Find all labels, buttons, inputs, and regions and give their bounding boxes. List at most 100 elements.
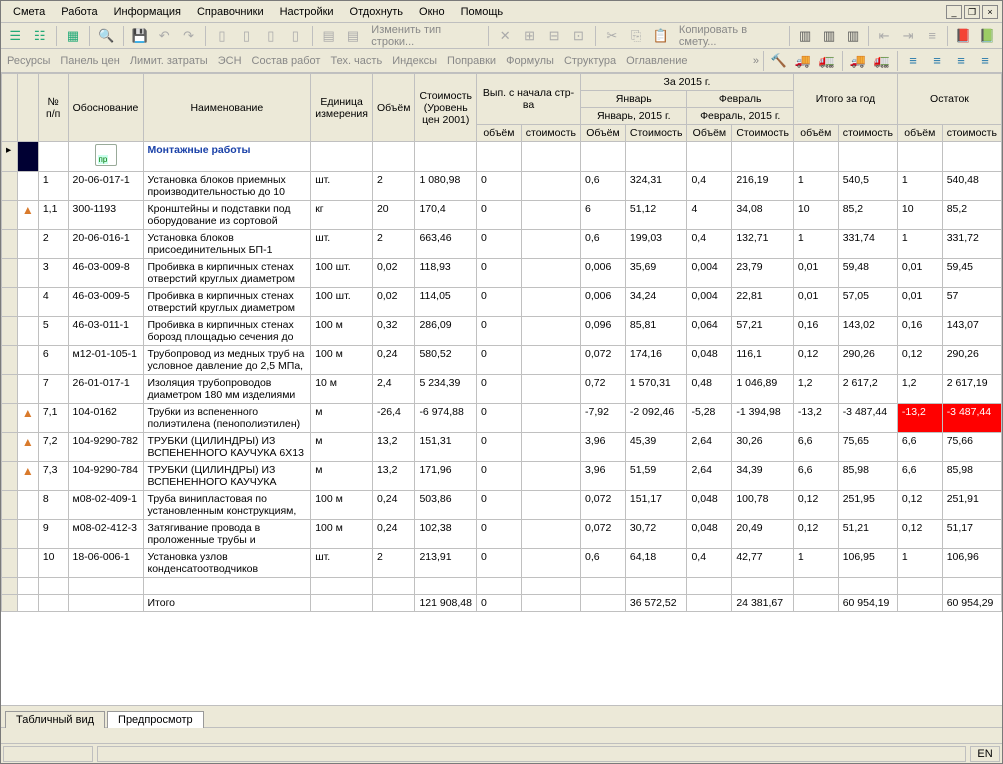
doc4-icon[interactable]: ▯ [285,25,305,47]
menu-nastr[interactable]: Настройки [272,4,342,20]
sub-oglav[interactable]: Оглавление [626,55,687,67]
total-row[interactable]: Итого121 908,48036 572,5224 381,6760 954… [2,595,1002,612]
estimate-grid[interactable]: № п/п Обоснование Наименование Единица и… [1,73,1002,612]
indent-left-icon[interactable]: ⇤ [873,25,895,47]
redo-icon[interactable]: ↷ [178,25,198,47]
menu-info[interactable]: Информация [106,4,189,20]
table-row[interactable]: ▲7,3104-9290-784ТРУБКИ (ЦИЛИНДРЫ) ИЗ ВСП… [2,462,1002,491]
table-row[interactable]: 220-06-016-1Установка блоков присоединит… [2,230,1002,259]
level-icon[interactable]: ≡ [921,25,943,47]
hdr-sub-obj2[interactable]: Объём [581,125,626,142]
restore-button[interactable]: ❐ [964,5,980,19]
merge-icon[interactable]: ⊟ [544,25,564,47]
hdr-jan15[interactable]: Январь, 2015 г. [581,108,687,125]
indent-right-icon[interactable]: ⇥ [897,25,919,47]
sub-esn[interactable]: ЭСН [218,55,242,67]
chart1-icon[interactable]: ▥ [794,25,816,47]
hdr-obosn[interactable]: Обоснование [68,74,143,142]
hdr-sub-stoim3[interactable]: Стоимость [732,125,794,142]
split-icon[interactable]: ⊞ [519,25,539,47]
table-row[interactable]: 346-03-009-8Пробивка в кирпичных стенах … [2,259,1002,288]
undo-icon[interactable]: ↶ [154,25,174,47]
sub-panel-cen[interactable]: Панель цен [60,55,119,67]
hscrollbar[interactable] [1,727,1002,743]
table-row[interactable]: 726-01-017-1Изоляция трубопроводов диаме… [2,375,1002,404]
tab-table-view[interactable]: Табличный вид [5,711,105,728]
search-icon[interactable]: 🔍 [96,25,116,47]
table-row[interactable]: 8м08-02-409-1Труба винипластовая по уста… [2,491,1002,520]
hdr-itogo-god[interactable]: Итого за год [793,74,897,125]
hdr-sub-obj3[interactable]: Объём [687,125,732,142]
grid-container[interactable]: № п/п Обоснование Наименование Единица и… [1,73,1002,705]
hdr-num[interactable]: № п/п [38,74,68,142]
minimize-button[interactable]: _ [946,5,962,19]
tab-preview[interactable]: Предпросмотр [107,711,204,728]
close-button[interactable]: × [982,5,998,19]
table-row[interactable]: 6м12-01-105-1Трубопровод из медных труб … [2,346,1002,375]
hdr-sub-stoim4[interactable]: стоимость [838,125,897,142]
sub-struktura[interactable]: Структура [564,55,616,67]
chart3-icon[interactable]: ▥ [842,25,864,47]
sub-index[interactable]: Индексы [392,55,437,67]
hdr-feb15[interactable]: Февраль, 2015 г. [687,108,793,125]
group-icon[interactable]: ⊡ [568,25,588,47]
align1-icon[interactable]: ≡ [902,50,924,72]
menu-smeta[interactable]: Смета [5,4,53,20]
change-type-label[interactable]: Изменить тип строки... [367,24,482,48]
table-row[interactable]: 120-06-017-1Установка блоков приемных пр… [2,172,1002,201]
table-row[interactable]: 446-03-009-5Пробивка в кирпичных стенах … [2,288,1002,317]
menu-help[interactable]: Помощь [453,4,512,20]
copy-icon[interactable]: ⎘ [626,25,646,47]
sub-sostav[interactable]: Состав работ [252,55,321,67]
sub-formuly[interactable]: Формулы [506,55,554,67]
delete-icon[interactable]: ✕ [495,25,515,47]
help2-icon[interactable]: 📗 [976,25,998,47]
table-row[interactable]: 9м08-02-412-3Затягивание провода в проло… [2,520,1002,549]
hdr-obj[interactable]: Объём [372,74,414,142]
sub-resursy[interactable]: Ресурсы [7,55,50,67]
menu-sprav[interactable]: Справочники [189,4,272,20]
hdr-feb[interactable]: Февраль [687,91,793,108]
hdr-sub-obj5[interactable]: объём [897,125,942,142]
hdr-sub-stoim2[interactable]: Стоимость [625,125,687,142]
hdr-ostatok[interactable]: Остаток [897,74,1001,125]
menu-rabota[interactable]: Работа [53,4,105,20]
doc2-icon[interactable]: ▯ [236,25,256,47]
align4-icon[interactable]: ≡ [974,50,996,72]
hdr-ed[interactable]: Единица измерения [311,74,373,142]
table-row[interactable]: 1018-06-006-1Установка узлов конденсатоо… [2,549,1002,578]
tool-hammer-icon[interactable]: 🔨 [768,50,790,72]
hdr-sub-obj1[interactable]: объём [477,125,522,142]
table-row[interactable]: 546-03-011-1Пробивка в кирпичных стенах … [2,317,1002,346]
sub-limit[interactable]: Лимит. затраты [130,55,208,67]
align2-icon[interactable]: ≡ [926,50,948,72]
cut-icon[interactable]: ✂ [602,25,622,47]
section-row[interactable]: ▸ Монтажные работы [2,142,1002,172]
tool-truck4-icon[interactable]: 🚛 [871,50,893,72]
copy-smeta-label[interactable]: Копировать в смету... [675,24,783,48]
hdr-za2015[interactable]: За 2015 г. [581,74,794,91]
menu-rest[interactable]: Отдохнуть [342,4,412,20]
hdr-stoim[interactable]: Стоимость (Уровень цен 2001) [415,74,477,142]
help-book-icon[interactable]: 📕 [952,25,974,47]
paste-icon[interactable]: 📋 [650,25,670,47]
tree2-icon[interactable]: ☷ [29,25,49,47]
book2-icon[interactable]: ▤ [343,25,363,47]
hdr-naim[interactable]: Наименование [143,74,311,142]
table-row[interactable]: ▲1,1300-1193Кронштейны и подставки под о… [2,201,1002,230]
table-row[interactable]: ▲7,2104-9290-782ТРУБКИ (ЦИЛИНДРЫ) ИЗ ВСП… [2,433,1002,462]
doc3-icon[interactable]: ▯ [261,25,281,47]
menu-okno[interactable]: Окно [411,4,453,20]
tree-icon[interactable]: ☰ [5,25,25,47]
align3-icon[interactable]: ≡ [950,50,972,72]
book-icon[interactable]: ▤ [318,25,338,47]
chart2-icon[interactable]: ▥ [818,25,840,47]
tool-truck3-icon[interactable]: 🚚 [847,50,869,72]
table-row[interactable]: ▲7,1104-0162Трубки из вспененного полиэт… [2,404,1002,433]
hdr-sub-stoim5[interactable]: стоимость [942,125,1001,142]
tool-truck2-icon[interactable]: 🚛 [816,50,838,72]
sub-tech[interactable]: Тех. часть [330,55,382,67]
doc1-icon[interactable]: ▯ [212,25,232,47]
hdr-jan[interactable]: Январь [581,91,687,108]
hdr-sub-stoim1[interactable]: стоимость [521,125,580,142]
